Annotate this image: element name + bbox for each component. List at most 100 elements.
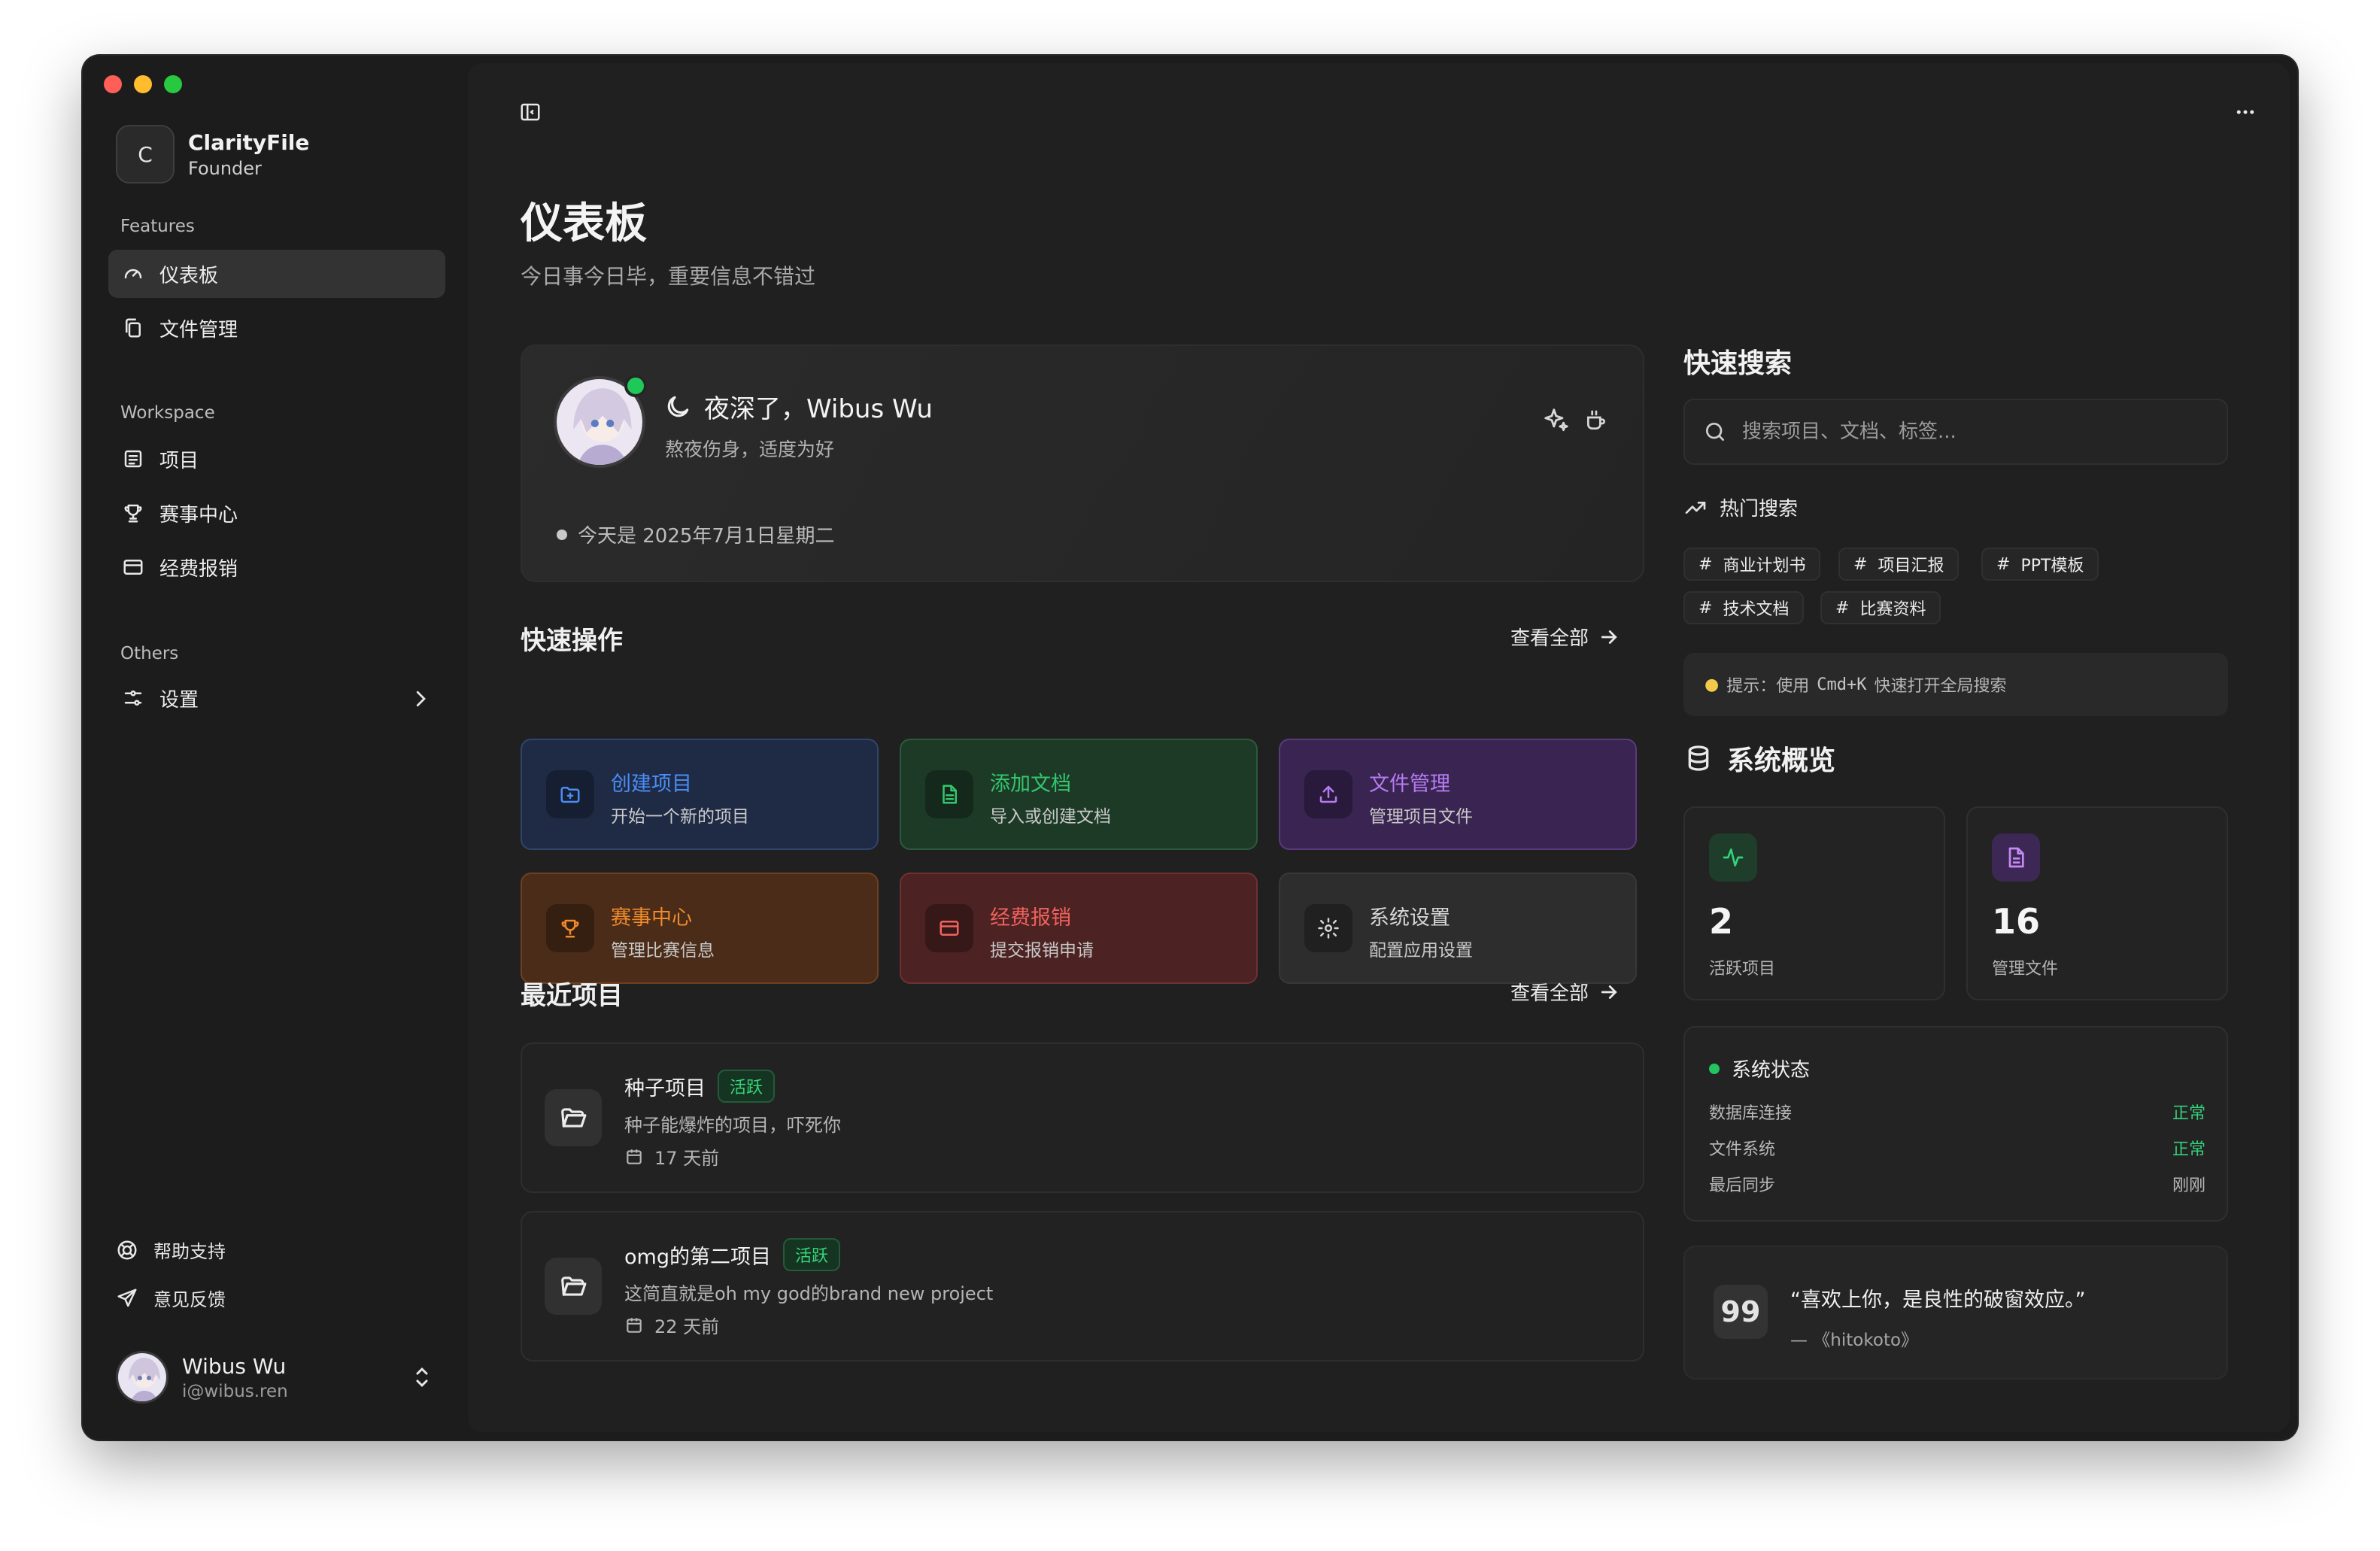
user-email: i@wibus.ren xyxy=(182,1381,288,1401)
feedback-label: 意见反馈 xyxy=(153,1289,226,1310)
sidebar: C ClarityFile Founder Features 仪表板 文件管理 … xyxy=(83,56,466,1440)
quote-icon: 99 xyxy=(1714,1285,1768,1339)
feedback-link[interactable]: 意见反馈 xyxy=(116,1285,226,1311)
more-horizontal-icon[interactable] xyxy=(2233,101,2258,123)
trophy-icon xyxy=(124,504,142,523)
status-label: 最后同步 xyxy=(1709,1176,1776,1195)
credit-card-icon xyxy=(925,904,973,952)
hash-icon: # xyxy=(1996,554,2011,574)
search-tag[interactable]: # 项目汇报 xyxy=(1838,548,1960,581)
project-name: omg的第二项目 xyxy=(624,1245,771,1269)
stat-value: 2 xyxy=(1709,901,1734,942)
sidebar-item-dashboard[interactable]: 仪表板 xyxy=(108,250,445,298)
chevrons-up-down-icon[interactable] xyxy=(411,1364,433,1390)
tag-label: 技术文档 xyxy=(1723,600,1790,619)
search-tag[interactable]: # 比赛资料 xyxy=(1820,591,1941,624)
sliders-icon xyxy=(124,691,142,706)
avatar xyxy=(116,1351,168,1404)
hash-icon: # xyxy=(1835,598,1850,618)
app-role: Founder xyxy=(188,157,262,179)
sparkles-icon xyxy=(1544,408,1568,432)
project-time: 17 天前 xyxy=(624,1143,719,1170)
recent-view-all-link[interactable]: 查看全部 xyxy=(1510,978,1620,1006)
system-status-title: 系统状态 xyxy=(1732,1059,1811,1082)
status-dot xyxy=(1709,1063,1720,1074)
trending-up-icon xyxy=(1685,501,1706,514)
system-status-header: 系统状态 xyxy=(1709,1055,1810,1082)
sidebar-item-competitions[interactable]: 赛事中心 xyxy=(108,489,445,537)
search-box[interactable] xyxy=(1683,399,2228,465)
quick-search-title: 快速搜索 xyxy=(1683,348,1793,379)
quick-action-card[interactable]: 赛事中心管理比赛信息 xyxy=(521,873,879,984)
system-status-card: 系统状态 数据库连接 正常 文件系统 正常 最后同步 刚刚 xyxy=(1683,1026,2228,1222)
sidebar-item-projects[interactable]: 项目 xyxy=(108,435,445,483)
user-menu[interactable]: Wibus Wu i@wibus.ren xyxy=(116,1351,288,1404)
workspace-switcher[interactable]: C ClarityFile Founder xyxy=(116,125,309,184)
hash-icon: # xyxy=(1698,598,1713,618)
stat-card-managed-files[interactable]: 16 管理文件 xyxy=(1966,806,2228,1000)
quick-action-card[interactable]: 文件管理 管理项目文件 xyxy=(1279,739,1637,850)
list-icon xyxy=(124,450,142,468)
app-window: C ClarityFile Founder Features 仪表板 文件管理 … xyxy=(83,56,2297,1440)
stat-label: 活跃项目 xyxy=(1709,960,1776,979)
search-tag[interactable]: # 商业计划书 xyxy=(1683,548,1821,581)
search-icon xyxy=(1706,423,1724,441)
tag-label: 项目汇报 xyxy=(1878,557,1944,575)
quick-action-card[interactable]: 系统设置配置应用设置 xyxy=(1279,873,1637,984)
hot-search-label: 热门搜索 xyxy=(1683,493,1798,521)
quote-card: 99 “喜欢上你，是良性的破窗效应。” — 《hitokoto》 xyxy=(1683,1246,2228,1380)
project-name: 种子项目 xyxy=(624,1076,706,1100)
project-description: 种子能爆炸的项目，吓死你 xyxy=(624,1115,841,1136)
quick-action-card[interactable]: 经费报销 提交报销申请 xyxy=(900,873,1258,984)
lifebuoy-icon xyxy=(117,1240,137,1259)
help-support-link[interactable]: 帮助支持 xyxy=(116,1237,226,1263)
calendar-icon xyxy=(627,1317,642,1333)
quick-action-title: 系统设置 xyxy=(1369,906,1450,930)
folder-open-icon xyxy=(545,1089,602,1146)
greeting-card: 夜深了，Wibus Wu 熬夜伤身，适度为好 今天是 2025年7月1日星期二 xyxy=(521,344,1644,582)
quick-action-description: 配置应用设置 xyxy=(1369,941,1473,961)
status-badge: 活跃 xyxy=(782,1238,840,1271)
quick-action-description: 提交报销申请 xyxy=(990,941,1094,961)
sidebar-item-files[interactable]: 文件管理 xyxy=(108,304,445,352)
project-card[interactable]: omg的第二项目 活跃 这简直就是oh my god的brand new pro… xyxy=(521,1211,1644,1361)
project-description: 这简直就是oh my god的brand new project xyxy=(624,1283,994,1304)
sidebar-toggle-icon[interactable] xyxy=(519,101,542,123)
quick-actions-view-all-link[interactable]: 查看全部 xyxy=(1510,623,1620,651)
quick-action-description: 管理比赛信息 xyxy=(611,941,715,961)
sidebar-item-expenses[interactable]: 经费报销 xyxy=(108,543,445,591)
gear-icon xyxy=(1304,904,1352,952)
search-input[interactable] xyxy=(1742,420,2193,443)
quick-action-title: 创建项目 xyxy=(611,772,692,796)
project-time-text: 17 天前 xyxy=(654,1148,720,1169)
search-tag[interactable]: # PPT模板 xyxy=(1981,548,2099,581)
tag-label: PPT模板 xyxy=(2020,557,2084,575)
quick-action-card[interactable]: 添加文档 导入或创建文档 xyxy=(900,739,1258,850)
search-tag[interactable]: # 技术文档 xyxy=(1683,591,1805,624)
file-text-icon xyxy=(1992,833,2040,882)
sidebar-item-settings[interactable]: 设置 xyxy=(108,674,445,722)
quick-action-title: 赛事中心 xyxy=(611,906,692,930)
bullet-dot xyxy=(557,529,567,540)
greeting-subtitle: 熬夜伤身，适度为好 xyxy=(665,439,835,460)
tag-label: 商业计划书 xyxy=(1723,557,1806,575)
quick-action-card[interactable]: 创建项目开始一个新的项目 xyxy=(521,739,879,850)
stat-card-active-projects[interactable]: 2 活跃项目 xyxy=(1683,806,1945,1000)
date-text: 今天是 2025年7月1日星期二 xyxy=(578,525,835,548)
quote-source: — 《hitokoto》 xyxy=(1790,1331,1919,1350)
quick-action-description: 管理项目文件 xyxy=(1369,807,1473,827)
greeting-decor xyxy=(1542,406,1608,435)
status-row: 最后同步 刚刚 xyxy=(1709,1172,2205,1196)
quick-action-title: 添加文档 xyxy=(990,772,1071,796)
tip-suffix: 快速打开全局搜索 xyxy=(1874,677,2007,696)
quick-actions-title: 快速操作 xyxy=(521,626,623,656)
project-card[interactable]: 种子项目 活跃 种子能爆炸的项目，吓死你 17 天前 xyxy=(521,1043,1644,1193)
online-status-indicator xyxy=(624,375,647,397)
send-icon xyxy=(117,1288,137,1307)
section-label-features: Features xyxy=(120,217,195,236)
trophy-icon xyxy=(546,904,594,952)
view-all-label: 查看全部 xyxy=(1510,982,1589,1005)
project-title-row: omg的第二项目 活跃 xyxy=(624,1238,840,1271)
activity-icon xyxy=(1709,833,1757,882)
quick-action-description: 开始一个新的项目 xyxy=(611,807,749,827)
